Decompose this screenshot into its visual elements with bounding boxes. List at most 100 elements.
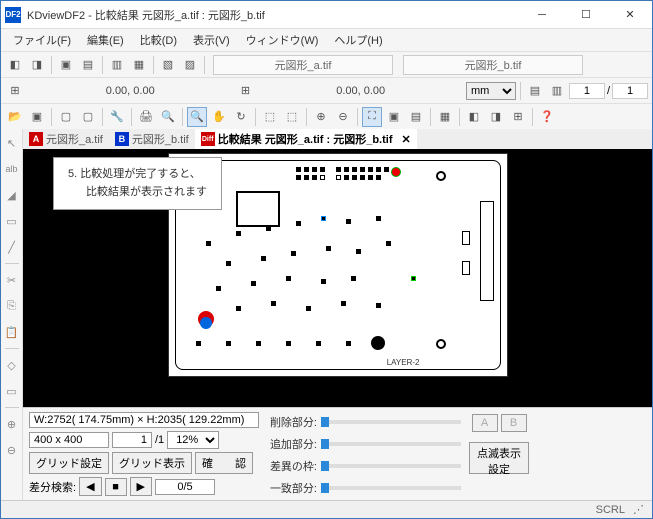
cursor-icon[interactable]: ↖	[2, 133, 22, 153]
match-slider[interactable]	[321, 486, 461, 490]
tool-icon[interactable]: ▧	[158, 55, 178, 75]
menu-file[interactable]: ファイル(F)	[7, 30, 77, 50]
minimize-button[interactable]: ─	[520, 1, 564, 29]
text-icon[interactable]: alb	[2, 159, 22, 179]
frame-label: 差異の枠:	[267, 458, 317, 474]
hilite-icon[interactable]: ◢	[2, 185, 22, 205]
close-button[interactable]: ✕	[608, 1, 652, 29]
instruction-tooltip: 5. 比較処理が完了すると、 比較結果が表示されます	[53, 157, 222, 210]
zoom-in-icon[interactable]: ⊕	[311, 107, 331, 127]
page-b[interactable]: 1	[612, 83, 648, 99]
select-icon[interactable]: ⬚	[282, 107, 302, 127]
fit-icon[interactable]: ⛶	[362, 107, 382, 127]
open-icon[interactable]: 📂	[5, 107, 25, 127]
del-label: 削除部分:	[267, 414, 317, 430]
doc-icon[interactable]: ▢	[78, 107, 98, 127]
tool-icon[interactable]: ▦	[129, 55, 149, 75]
match-label: 一致部分:	[267, 480, 317, 496]
coord-b: 0.00, 0.00	[257, 85, 463, 97]
tool-icon[interactable]: ▣	[56, 55, 76, 75]
unit-select[interactable]: mm	[466, 82, 516, 100]
fit-icon[interactable]: ▣	[384, 107, 404, 127]
note-icon[interactable]: ▭	[2, 211, 22, 231]
zoom-out-icon[interactable]: ⊖	[333, 107, 353, 127]
menu-edit[interactable]: 編集(E)	[81, 30, 130, 50]
wrench-icon[interactable]: 🔧	[107, 107, 127, 127]
page-a[interactable]: 1	[569, 83, 605, 99]
grid-input[interactable]	[29, 432, 109, 448]
canvas-area[interactable]: 5. 比較処理が完了すると、 比較結果が表示されます	[23, 149, 652, 407]
shape-icon[interactable]: ▭	[2, 381, 22, 401]
resize-grip[interactable]: ⋰	[633, 503, 644, 516]
grid-show-button[interactable]: グリッド表示	[112, 452, 192, 474]
del-slider[interactable]	[321, 420, 461, 424]
page-icon[interactable]: ▤	[525, 81, 545, 101]
doc-icon[interactable]: ▢	[56, 107, 76, 127]
view-icon[interactable]: ◨	[486, 107, 506, 127]
zoom-icon[interactable]: 🔍	[187, 107, 207, 127]
frame-slider[interactable]	[321, 464, 461, 468]
paste-icon[interactable]: 📋	[2, 322, 22, 342]
doc-tabs: A 元図形_a.tif B 元図形_b.tif Diff 比較結果 元図形_a.…	[23, 129, 652, 149]
layers-icon[interactable]: ▣	[27, 107, 47, 127]
zoom-select[interactable]: 12%	[167, 431, 219, 449]
ruler-icon[interactable]: ⊞	[235, 81, 255, 101]
menu-view[interactable]: 表示(V)	[187, 30, 236, 50]
prev-button[interactable]: ◀	[79, 477, 101, 496]
dims-label: W:2752( 174.75mm) × H:2035( 129.22mm)	[29, 412, 259, 428]
window-title: KDviewDF2 - 比較結果 元図形_a.tif : 元図形_b.tif	[27, 7, 520, 23]
tool-icon[interactable]: ⊖	[2, 440, 22, 460]
tool-icon[interactable]: ◧	[5, 55, 25, 75]
tooltip-line2: 比較結果が表示されます	[68, 184, 207, 202]
diff-pos: 0/5	[155, 479, 215, 495]
tab-diff[interactable]: Diff 比較結果 元図形_a.tif : 元図形_b.tif ✕	[195, 129, 417, 149]
stop-button[interactable]: ■	[105, 478, 127, 496]
print-icon[interactable]: 🖨	[136, 107, 156, 127]
view-icon[interactable]: ⊞	[508, 107, 528, 127]
tool-icon[interactable]: ▨	[180, 55, 200, 75]
blink-button[interactable]: 点滅表示 設定	[469, 442, 529, 474]
preview-icon[interactable]: 🔍	[158, 107, 178, 127]
file-a-label: 元図形_a.tif	[213, 55, 393, 75]
menu-window[interactable]: ウィンドウ(W)	[240, 30, 325, 50]
line-icon[interactable]: ╱	[2, 237, 22, 257]
cut-icon[interactable]: ✂	[2, 270, 22, 290]
menu-compare[interactable]: 比較(D)	[134, 30, 183, 50]
a-button[interactable]: A	[472, 414, 498, 432]
b-button[interactable]: B	[501, 414, 527, 432]
scrl-label: SCRL	[596, 504, 625, 516]
hand-icon[interactable]: ✋	[209, 107, 229, 127]
tab-a-label: 元図形_a.tif	[46, 131, 103, 147]
view-icon[interactable]: ▦	[435, 107, 455, 127]
shape-icon[interactable]: ◇	[2, 355, 22, 375]
toolbar-1: ◧ ◨ ▣ ▤ ▥ ▦ ▧ ▨ 元図形_a.tif 元図形_b.tif	[1, 51, 652, 77]
layer-label: LAYER-2	[387, 358, 420, 367]
page-icon[interactable]: ▥	[547, 81, 567, 101]
fit-icon[interactable]: ▤	[406, 107, 426, 127]
tool-icon[interactable]: ◨	[27, 55, 47, 75]
diff-icon: Diff	[201, 132, 215, 146]
view-icon[interactable]: ◧	[464, 107, 484, 127]
confirm-button[interactable]: 確 認	[195, 452, 253, 474]
tab-diff-label: 比較結果 元図形_a.tif : 元図形_b.tif	[218, 131, 393, 147]
ruler-icon[interactable]: ⊞	[5, 81, 25, 101]
tab-a[interactable]: A 元図形_a.tif	[23, 129, 109, 149]
rotate-icon[interactable]: ↻	[231, 107, 251, 127]
next-button[interactable]: ▶	[130, 477, 152, 496]
tab-close-icon[interactable]: ✕	[402, 133, 411, 146]
tab-b[interactable]: B 元図形_b.tif	[109, 129, 195, 149]
tool-icon[interactable]: ▥	[107, 55, 127, 75]
tool-icon[interactable]: ▤	[78, 55, 98, 75]
add-slider[interactable]	[321, 442, 461, 446]
add-label: 追加部分:	[267, 436, 317, 452]
grid-set-button[interactable]: グリッド設定	[29, 452, 109, 474]
side-toolbar: ↖ alb ◢ ▭ ╱ ✂ ⎘ 📋 ◇ ▭ ⊕ ⊖	[1, 129, 23, 500]
select-icon[interactable]: ⬚	[260, 107, 280, 127]
coord-a: 0.00, 0.00	[27, 85, 233, 97]
copy-icon[interactable]: ⎘	[2, 296, 22, 316]
menu-help[interactable]: ヘルプ(H)	[328, 30, 388, 50]
maximize-button[interactable]: ☐	[564, 1, 608, 29]
page-input[interactable]	[112, 432, 152, 448]
tool-icon[interactable]: ⊕	[2, 414, 22, 434]
help-icon[interactable]: ❓	[537, 107, 557, 127]
